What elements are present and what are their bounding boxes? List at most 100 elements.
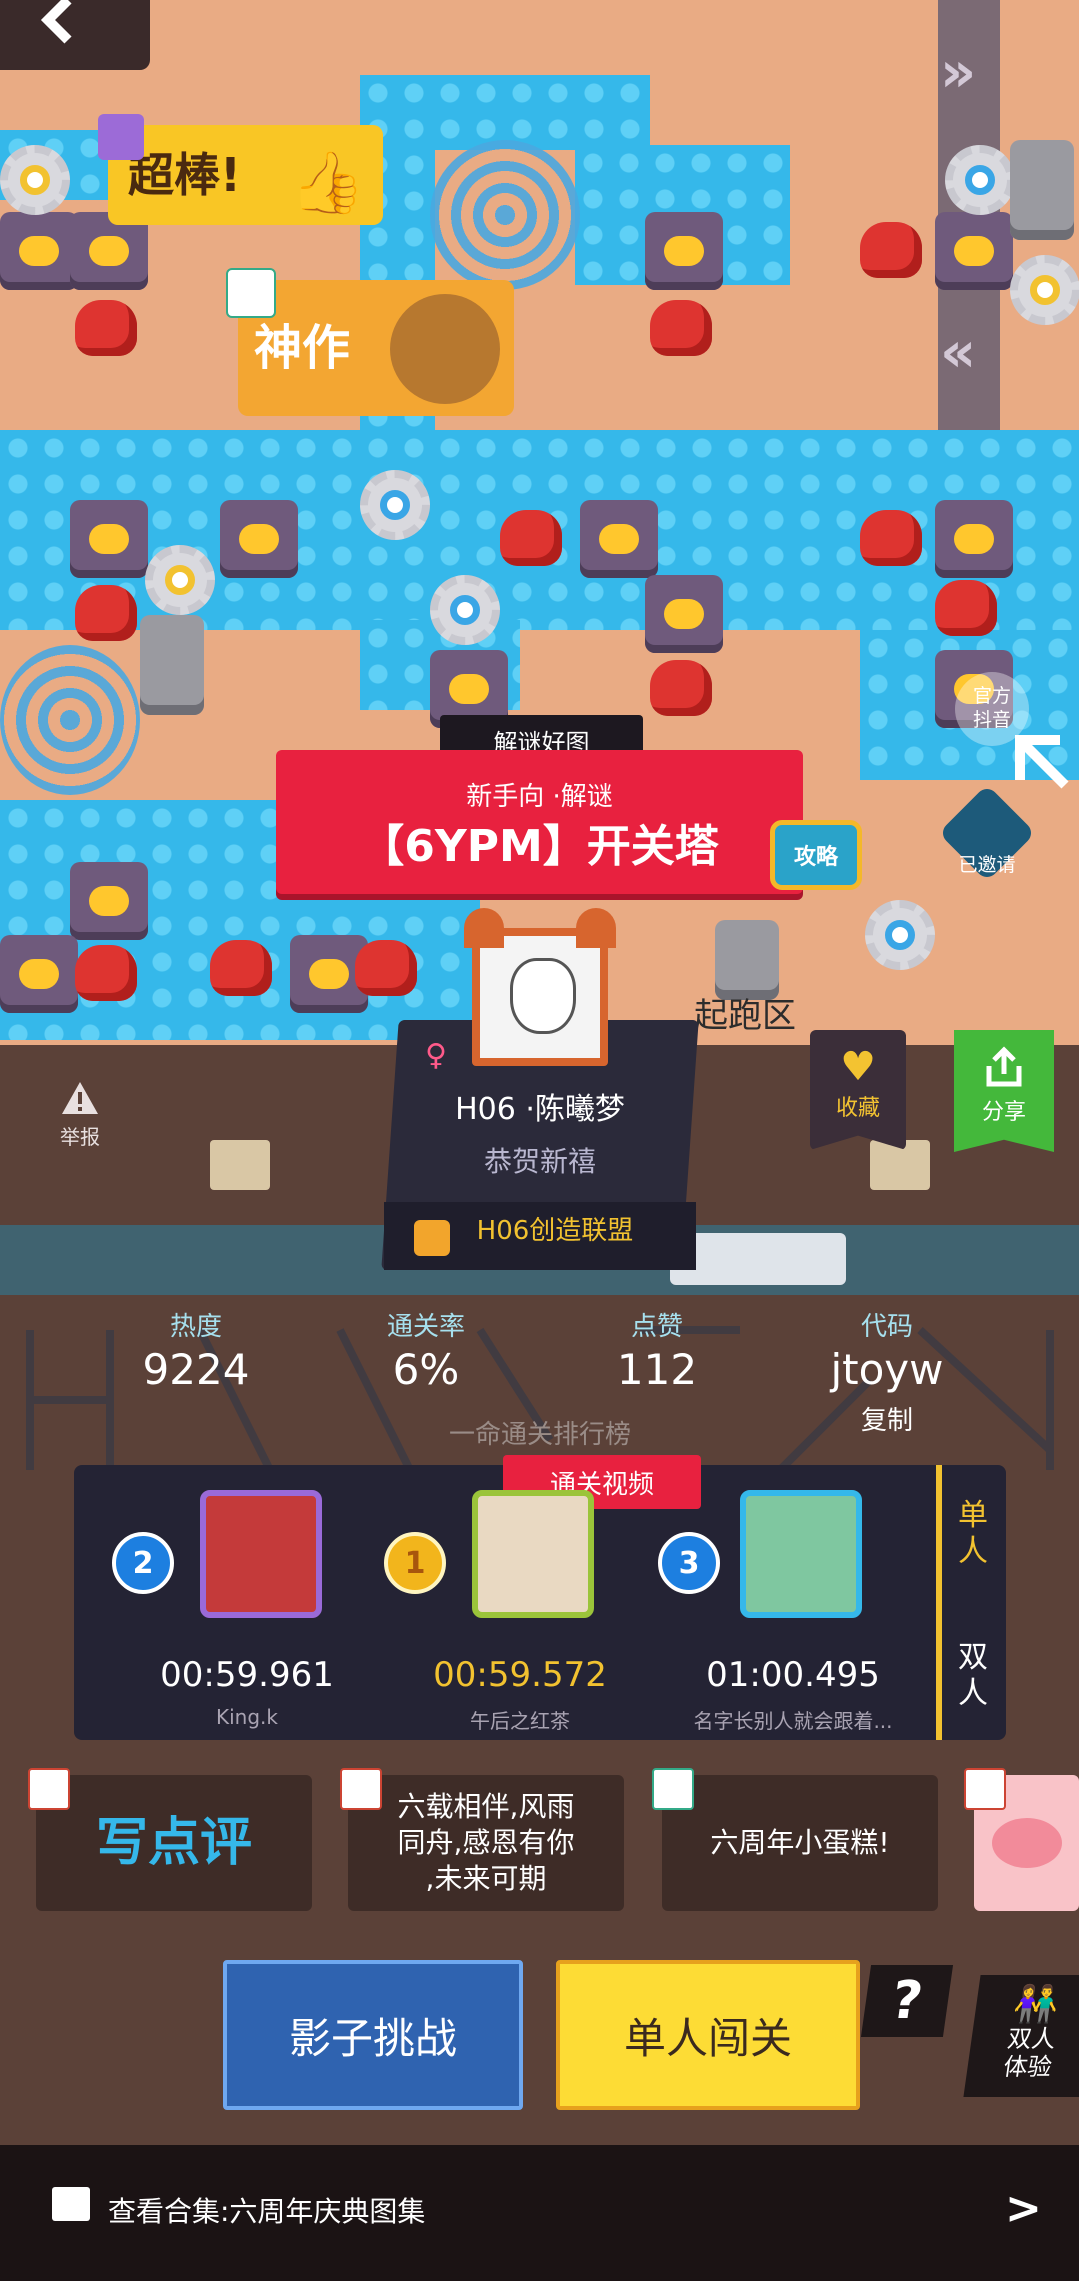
sticker-avatar — [226, 268, 276, 318]
heat-value: 9224 — [142, 1345, 250, 1394]
share-icon — [986, 1046, 1022, 1087]
guide-button[interactable]: 攻略 — [770, 820, 862, 890]
guide-label: 攻略 — [793, 845, 838, 870]
rank-avatar-1[interactable] — [472, 1490, 594, 1618]
invited-badge[interactable]: 已邀请 — [932, 784, 1042, 890]
level-code-value[interactable]: jtoyw — [787, 1345, 987, 1394]
switch-block — [70, 500, 148, 578]
sticker-masterpiece-label: 神作 — [254, 320, 351, 376]
code-label: 代码 — [860, 1312, 913, 1342]
avatar-face — [510, 958, 576, 1034]
shadow-challenge-button[interactable]: 影子挑战 — [223, 1960, 523, 2110]
boxing-glove — [75, 945, 137, 1001]
comment-avatar — [28, 1768, 70, 1810]
comment-bubble[interactable]: 六周年小蛋糕! — [662, 1775, 938, 1911]
rank-avatar-2[interactable] — [200, 1490, 322, 1618]
write-review-button[interactable]: 写点评 — [36, 1775, 312, 1911]
gear-icon — [1010, 255, 1079, 325]
heat-label: 热度 — [169, 1312, 222, 1342]
rank-badge-1: 1 — [384, 1532, 446, 1594]
comment-text: 六载相伴,风雨 同舟,感恩有你 ,未来可期 — [397, 1790, 575, 1895]
heart-icon: ♥ — [840, 1044, 876, 1090]
level-title-banner: 新手向 ·解谜 【6YPM】开关塔 — [276, 750, 803, 894]
rank-time-3: 01:00.495 — [706, 1655, 880, 1695]
comment-avatar — [340, 1768, 382, 1810]
comment-avatar — [964, 1768, 1006, 1810]
direction-sign — [670, 1233, 846, 1285]
switch-block — [645, 575, 723, 653]
cursor-arrow-icon — [1015, 735, 1069, 789]
boxing-glove — [75, 585, 137, 641]
clear-rate-value: 6% — [392, 1345, 460, 1394]
comment-avatar — [652, 1768, 694, 1810]
share-button[interactable]: 分享 — [954, 1030, 1054, 1152]
rank-player-2: King.k — [216, 1705, 278, 1729]
rank-badge-2: 2 — [112, 1532, 174, 1594]
rank-player-3: 名字长别人就会跟着... — [693, 1709, 893, 1733]
duo-trial-label: 双人 体验 — [1001, 2025, 1058, 2081]
likes-value: 112 — [616, 1345, 698, 1394]
chevron-right-icon: » — [940, 40, 977, 105]
write-review-label: 写点评 — [95, 1813, 252, 1873]
official-douyin-label: 官方 抖音 — [972, 685, 1011, 731]
report-label: 举报 — [60, 1125, 100, 1149]
favorite-button[interactable]: ♥ 收藏 — [810, 1030, 906, 1150]
chevron-left-icon: « — [940, 320, 977, 385]
switch-block — [580, 500, 658, 578]
switch-block — [220, 500, 298, 578]
rank-time-2: 00:59.961 — [160, 1655, 334, 1695]
help-button[interactable]: ? — [860, 1965, 954, 2037]
boxing-glove — [650, 300, 712, 356]
folder-icon — [52, 2187, 90, 2221]
team-name[interactable]: H06创造联盟 — [440, 1210, 670, 1247]
warning-icon — [62, 1082, 98, 1114]
help-icon: ? — [887, 1971, 927, 2031]
rank-time-1: 00:59.572 — [433, 1655, 607, 1695]
copy-code-button[interactable]: 复制 — [807, 1400, 967, 1437]
clear-rate-label: 通关率 — [386, 1312, 465, 1342]
boxing-glove — [935, 580, 997, 636]
rank-badge-3: 3 — [658, 1532, 720, 1594]
boxing-glove — [355, 940, 417, 996]
chevron-right-icon[interactable]: > — [1005, 2183, 1042, 2234]
single-play-button[interactable]: 单人闯关 — [556, 1960, 860, 2110]
sticker-great[interactable]: 超棒! 👍 — [108, 125, 383, 225]
rank-player-1: 午后之红茶 — [470, 1709, 570, 1733]
spiral-portal — [430, 140, 580, 290]
comment-bubble[interactable]: 六载相伴,风雨 同舟,感恩有你 ,未来可期 — [348, 1775, 624, 1911]
sticker-great-label: 超棒! — [128, 148, 241, 202]
share-label: 分享 — [981, 1100, 1026, 1125]
rank-avatar-3[interactable] — [740, 1490, 862, 1618]
spiral-portal — [0, 645, 140, 795]
switch-block — [0, 935, 78, 1013]
monkey-icon — [390, 294, 500, 404]
sticker-masterpiece[interactable]: 神作 — [238, 280, 514, 416]
gear-icon — [430, 575, 500, 645]
mode-tab-double[interactable]: 双 人 — [948, 1640, 998, 1712]
report-button[interactable]: 举报 — [40, 1080, 120, 1150]
bear-ear-left — [464, 908, 504, 948]
likes-label: 点赞 — [630, 1312, 683, 1342]
favorite-label: 收藏 — [835, 1096, 880, 1121]
back-button[interactable] — [0, 0, 150, 70]
shadow-challenge-label: 影子挑战 — [288, 2013, 457, 2063]
switch-block — [935, 212, 1013, 290]
two-people-icon: 👫 — [1011, 1984, 1062, 2025]
gear-icon — [945, 145, 1015, 215]
collection-link[interactable]: 查看合集:六周年庆典图集 — [108, 2190, 425, 2230]
gear-icon — [145, 545, 215, 615]
leaderboard-title: 一命通关排行榜 — [448, 1420, 631, 1450]
mode-tab-single[interactable]: 单 人 — [948, 1498, 998, 1570]
author-greeting: 恭贺新禧 — [483, 1145, 596, 1178]
switch-block — [70, 862, 148, 940]
duo-trial-button[interactable]: 👫 双人 体验 — [963, 1975, 1079, 2097]
boxing-glove — [500, 510, 562, 566]
invited-label: 已邀请 — [958, 854, 1016, 876]
author-name[interactable]: H06 ·陈曦梦 — [390, 1084, 690, 1128]
back-arrow-icon — [40, 0, 72, 44]
female-icon: ♀ — [425, 1038, 447, 1073]
author-avatar[interactable] — [464, 908, 616, 1066]
switch-block — [0, 212, 78, 290]
level-title: 【6YPM】开关塔 — [360, 821, 719, 872]
signpost — [210, 1140, 270, 1190]
